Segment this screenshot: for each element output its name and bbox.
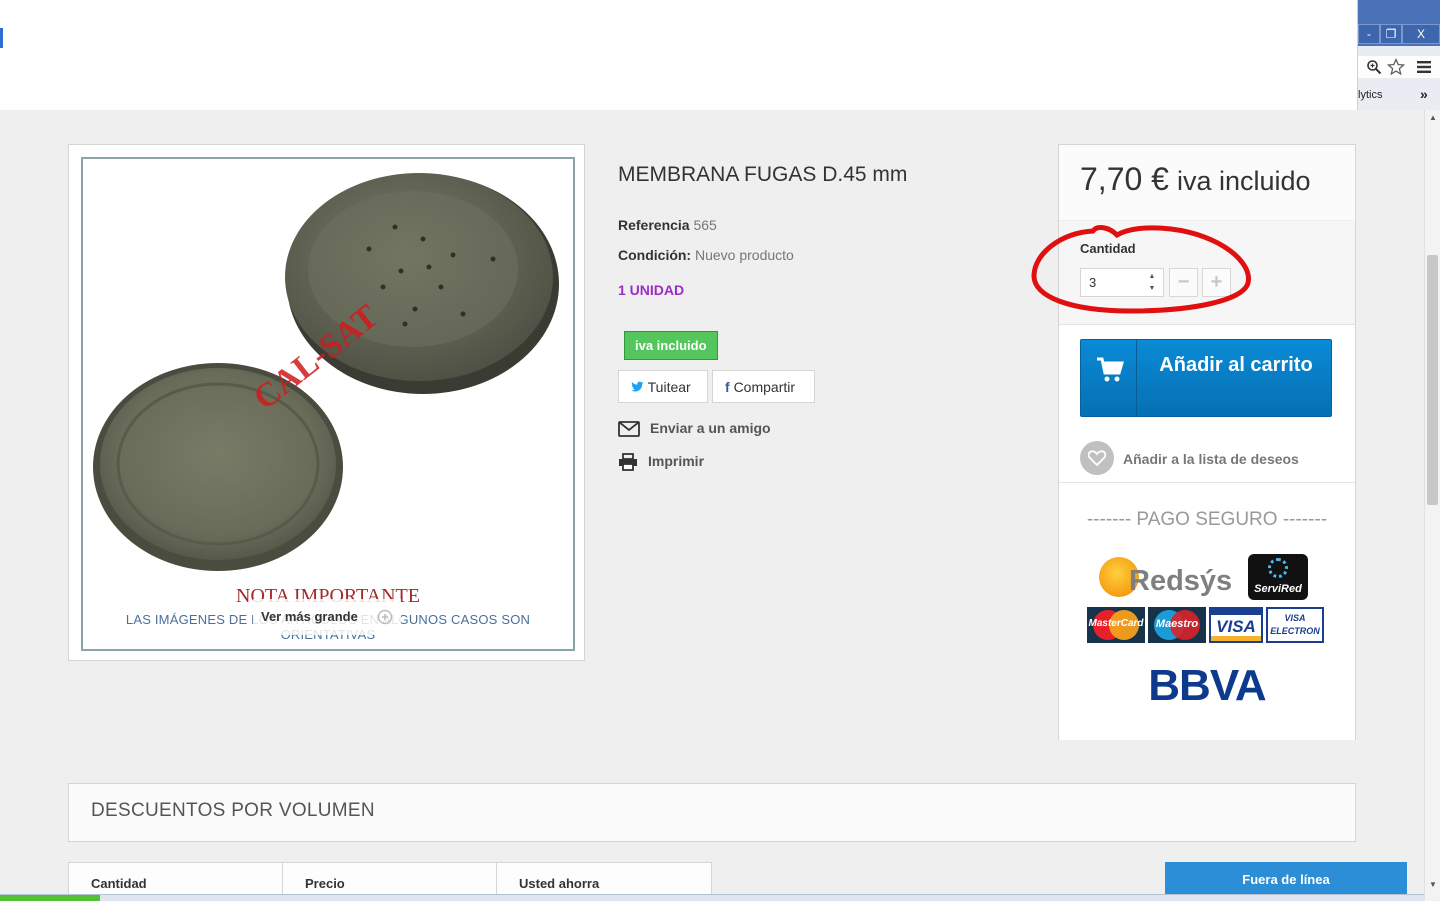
reference-label: Referencia <box>618 217 690 233</box>
unit-label: 1 UNIDAD <box>618 282 685 298</box>
maestro-logo: Maestro <box>1148 607 1206 643</box>
cart-icon <box>1097 357 1124 382</box>
add-to-cart-button[interactable]: Añadir al carrito <box>1080 339 1332 417</box>
visa-electron-logo: VISA ELECTRON <box>1266 607 1324 643</box>
product-price: 7,70 € <box>1080 161 1169 197</box>
visa-wordmark: VISA <box>1216 617 1256 636</box>
menu-icon[interactable] <box>1417 60 1431 74</box>
servired-logo: ServiRed <box>1248 554 1308 600</box>
send-to-friend-link[interactable]: Enviar a un amigo <box>618 420 771 438</box>
servired-wheel-icon <box>1268 558 1288 578</box>
view-larger-button[interactable]: Ver más grande <box>253 599 401 635</box>
print-link[interactable]: Imprimir <box>618 453 705 472</box>
product-title: MEMBRANA FUGAS D.45 mm <box>618 163 908 186</box>
envelope-icon <box>618 421 640 438</box>
star-icon[interactable] <box>1387 58 1405 76</box>
product-reference: Referencia 565 <box>618 217 717 233</box>
cart-divider <box>1136 340 1137 416</box>
window-buttons: - ❐ X <box>1358 0 1440 46</box>
page-scrollbar[interactable]: ▲ ▼ <box>1424 110 1440 900</box>
browser-right-chrome: - ❐ X lytics » <box>1357 0 1440 110</box>
browser-toolbar-icons <box>1358 56 1440 78</box>
membrane-photo <box>93 173 559 571</box>
redsys-wordmark: Redsýs <box>1129 565 1233 597</box>
price-tax-note: iva incluido <box>1177 166 1311 196</box>
restore-button[interactable]: ❐ <box>1380 24 1402 44</box>
volume-discounts-header: DESCUENTOS POR VOLUMEN <box>68 783 1356 842</box>
wishlist-button[interactable] <box>1080 441 1114 475</box>
twitter-icon <box>631 381 644 392</box>
share-button[interactable]: f Compartir <box>712 370 815 403</box>
tweet-button[interactable]: Tuitear <box>618 370 708 403</box>
condition-label: Condición: <box>618 247 692 263</box>
heart-icon <box>1088 450 1106 466</box>
red-annotation-circle <box>1031 225 1251 314</box>
more-bookmarks-icon[interactable]: » <box>1420 86 1428 102</box>
product-image[interactable]: CAL-SAT NOTA IMPORTANTE LAS IMÁGENES DE … <box>81 157 575 651</box>
visa-bottom-band <box>1211 636 1261 641</box>
printer-icon <box>619 453 637 472</box>
tax-badge: iva incluido <box>624 331 718 360</box>
visa-electron-wordmark: VISA ELECTRON <box>1270 613 1320 636</box>
product-condition: Condición: Nuevo producto <box>618 247 794 263</box>
zoom-icon[interactable] <box>1366 59 1382 75</box>
send-to-friend-label: Enviar a un amigo <box>650 420 771 436</box>
scrollbar-thumb[interactable] <box>1427 255 1438 505</box>
redsys-logo: Redsýs <box>1099 555 1249 601</box>
servired-wordmark: ServiRed <box>1254 583 1302 595</box>
add-to-cart-label: Añadir al carrito <box>1159 354 1313 376</box>
bookmark-analytics[interactable]: lytics <box>1358 89 1382 101</box>
minimize-button[interactable]: - <box>1358 24 1380 44</box>
bbva-logo: BBVA <box>1148 661 1266 710</box>
print-label: Imprimir <box>648 453 705 469</box>
secure-payment-title: ------- PAGO SEGURO ------- <box>1086 509 1328 530</box>
scroll-up-icon[interactable]: ▲ <box>1429 113 1437 122</box>
secure-payment-area: ------- PAGO SEGURO ------- Redsýs Servi… <box>1059 482 1355 740</box>
share-label: Compartir <box>733 379 796 395</box>
maestro-wordmark: Maestro <box>1155 618 1199 630</box>
mastercard-wordmark: MasterCard <box>1088 618 1144 629</box>
tweet-label: Tuitear <box>647 379 691 395</box>
wishlist-label[interactable]: Añadir a la lista de deseos <box>1123 451 1299 467</box>
scroll-down-icon[interactable]: ▼ <box>1429 880 1437 889</box>
buy-box: 7,70 € iva incluido Cantidad 3 ▲ ▼ − + A… <box>1031 144 1356 740</box>
price-area: 7,70 € iva incluido <box>1059 145 1355 221</box>
browser-top-area <box>0 0 1357 110</box>
product-image-box: CAL-SAT NOTA IMPORTANTE LAS IMÁGENES DE … <box>68 144 585 661</box>
bookmarks-bar: lytics » <box>1358 84 1440 106</box>
mastercard-logo: MasterCard <box>1087 607 1145 643</box>
visa-logo: VISA <box>1209 607 1263 643</box>
view-larger-label: Ver más grande <box>261 609 358 624</box>
reference-value: 565 <box>693 217 717 233</box>
facebook-icon: f <box>725 379 730 395</box>
taskbar-start-highlight <box>0 895 100 901</box>
close-window-button[interactable]: X <box>1402 24 1440 44</box>
browser-edge-marker <box>0 28 3 48</box>
volume-discounts-title: DESCUENTOS POR VOLUMEN <box>91 800 375 821</box>
zoom-in-icon <box>377 609 393 625</box>
condition-value: Nuevo producto <box>695 247 794 263</box>
visa-top-band <box>1211 609 1261 615</box>
